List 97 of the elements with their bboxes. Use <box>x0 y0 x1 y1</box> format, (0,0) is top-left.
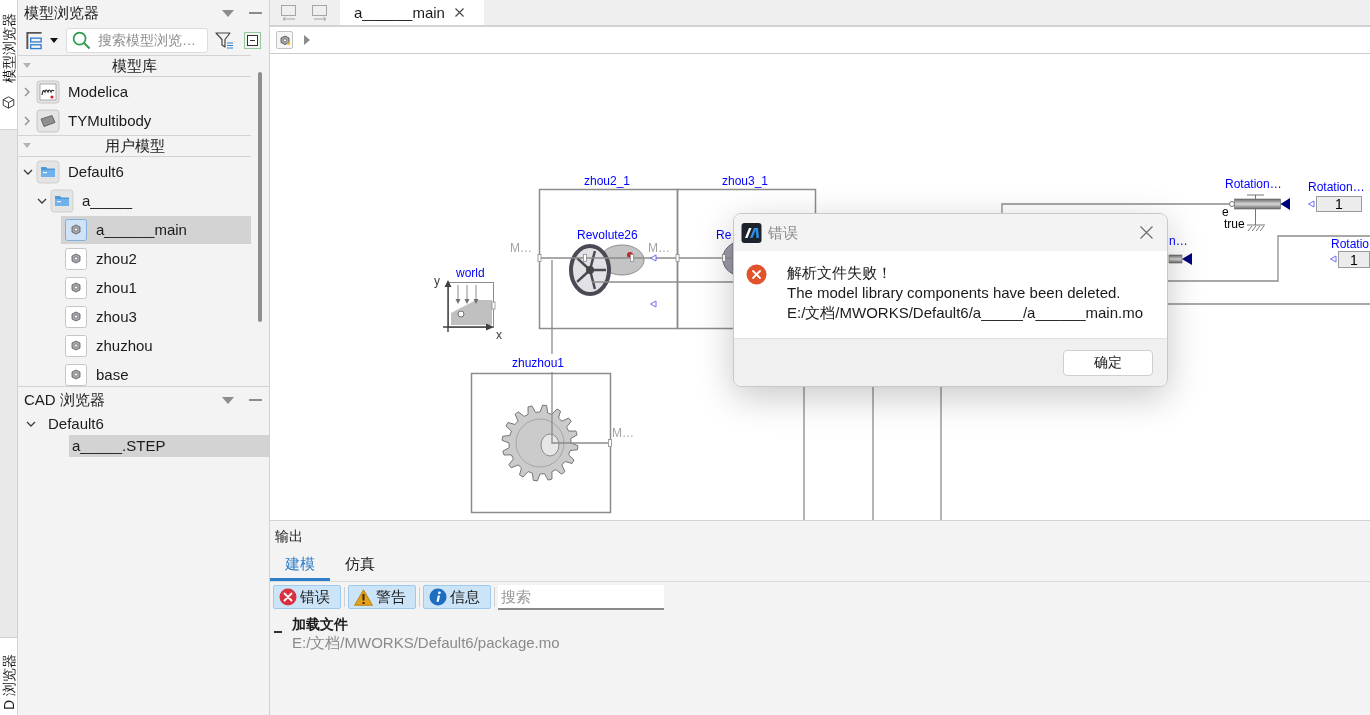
search-field[interactable]: 搜索 <box>498 584 664 610</box>
scrollbar[interactable] <box>258 72 262 322</box>
filter-icon[interactable] <box>215 31 234 50</box>
output-tab[interactable]: 仿真 <box>330 551 390 581</box>
filter-toggle[interactable]: 信息 <box>423 585 491 609</box>
component-view-button[interactable] <box>276 31 293 49</box>
parameter-label: true <box>1224 218 1245 230</box>
component-label: n… <box>1169 235 1188 247</box>
wheel-icon <box>569 244 645 296</box>
axis-label: x <box>496 329 502 341</box>
component-label: world <box>456 267 485 279</box>
tree-item[interactable]: zhuzhou <box>61 331 251 360</box>
info-icon <box>429 588 447 606</box>
component-label: Rotatio <box>1331 238 1370 250</box>
component-label: Rotation… <box>1308 181 1365 193</box>
nut-icon <box>64 217 88 242</box>
component-label: Re <box>716 229 732 241</box>
chevron-right-icon[interactable] <box>24 86 30 97</box>
wave-icon <box>36 79 60 104</box>
constant-block: 1 <box>1316 196 1362 212</box>
gear-icon <box>501 404 579 482</box>
section-header[interactable]: 模型库 <box>18 55 251 77</box>
folder-icon <box>36 159 60 184</box>
nut-icon <box>64 304 88 329</box>
search-icon <box>72 31 91 50</box>
shaft-icon <box>1168 253 1192 265</box>
caret-right-icon[interactable] <box>304 35 310 45</box>
filter-toggle[interactable]: 错误 <box>273 585 341 609</box>
component-label: zhou3_1 <box>722 175 769 187</box>
side-tab[interactable]: D 浏览器 <box>0 637 17 715</box>
log-title: 加载文件 <box>292 615 349 633</box>
axis-label: y <box>434 275 440 287</box>
chevron-down-icon[interactable] <box>37 197 47 204</box>
input-port-icon <box>650 300 657 308</box>
tree-item[interactable]: Default6 <box>33 157 251 186</box>
component-label: zhuzhou1 <box>512 357 565 369</box>
nut-icon <box>64 246 88 271</box>
error-icon <box>746 264 767 285</box>
error-message: The model library components have been deleted. <box>787 283 1122 303</box>
panel-title: CAD 浏览器 <box>24 391 106 409</box>
cube-icon <box>2 96 15 109</box>
collapse-triangle-icon[interactable] <box>23 143 31 148</box>
tree-item[interactable]: zhou1 <box>61 273 251 302</box>
log-detail: E:/文档/MWORKS/Default6/package.mo <box>292 633 560 653</box>
dropdown-triangle-icon[interactable] <box>222 396 234 404</box>
port-label: M… <box>648 242 670 254</box>
tree-item[interactable]: a_____ <box>47 186 251 215</box>
component-label: Revolute26 <box>577 229 638 241</box>
ground-icon <box>1246 194 1266 232</box>
tree-item[interactable]: a______main <box>61 215 251 244</box>
nut-icon <box>64 275 88 300</box>
warning-icon <box>354 588 373 606</box>
section-header[interactable]: 用户模型 <box>18 135 251 157</box>
tree-item[interactable]: base <box>61 360 251 386</box>
close-icon[interactable] <box>1140 226 1153 239</box>
collapse-all-icon[interactable] <box>244 32 261 49</box>
box-arrow-left-icon[interactable] <box>280 4 298 21</box>
collapse-triangle-icon[interactable] <box>23 63 31 68</box>
error-icon <box>279 588 297 606</box>
port-label: M… <box>510 242 532 254</box>
folder-icon <box>50 188 74 213</box>
file-path: E:/文档/MWORKS/Default6/a_____/a______main.mo <box>787 303 1143 323</box>
port-label: M… <box>612 427 634 439</box>
dropdown-triangle-icon[interactable] <box>222 9 234 17</box>
coordinate-frame-icon <box>442 280 496 333</box>
chevron-down-icon[interactable] <box>26 421 36 427</box>
close-icon[interactable] <box>454 8 464 17</box>
panel-title: 模型浏览器 <box>24 4 100 22</box>
box-icon <box>36 108 60 133</box>
shaft-icon <box>1229 198 1290 210</box>
chevron-right-icon[interactable] <box>24 115 30 126</box>
component-label: Rotation… <box>1225 178 1282 190</box>
output-tab[interactable]: 建模 <box>270 551 330 581</box>
nut-icon <box>278 34 291 46</box>
tree-item[interactable]: a_____.STEP <box>69 435 269 457</box>
tree-item[interactable]: Modelica <box>33 77 251 106</box>
app-logo-icon <box>741 222 762 243</box>
tree-item[interactable]: zhou3 <box>61 302 251 331</box>
side-tab[interactable]: 模型浏览器 <box>0 0 17 130</box>
tree-item[interactable]: TYMultibody <box>33 106 251 135</box>
filter-toggle[interactable]: 警告 <box>348 585 416 609</box>
box-arrow-right-icon[interactable] <box>311 4 329 21</box>
input-port-icon <box>650 254 657 262</box>
nut-icon <box>64 333 88 358</box>
dialog-title: 错误 <box>768 223 799 242</box>
error-heading: 解析文件失败！ <box>787 263 893 283</box>
ok-button[interactable]: 确定 <box>1063 349 1153 376</box>
caret-down-icon[interactable] <box>50 38 58 43</box>
tree-item[interactable]: zhou2 <box>61 244 251 273</box>
chevron-down-icon[interactable] <box>23 168 33 175</box>
component-label: zhou2_1 <box>584 175 631 187</box>
tree-view-icon[interactable] <box>24 31 44 50</box>
constant-block: 1 <box>1338 251 1370 268</box>
tree-item[interactable]: Default6 <box>45 413 269 435</box>
editor-tab[interactable]: a______main <box>340 0 484 25</box>
panel-title: 输出 <box>275 527 303 545</box>
parameter-label: e <box>1222 206 1229 218</box>
